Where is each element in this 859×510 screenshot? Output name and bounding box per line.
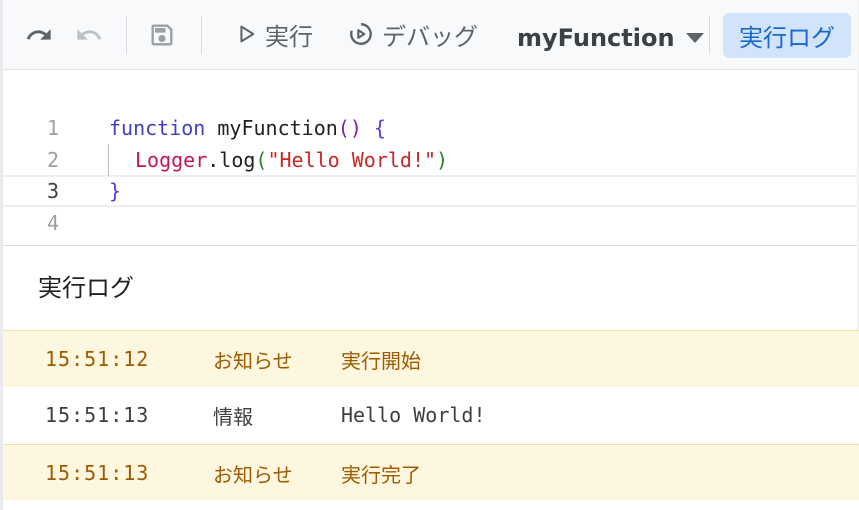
- code-brace: }: [109, 179, 122, 203]
- dropdown-arrow-icon: [685, 33, 704, 43]
- code-object: Logger: [135, 148, 208, 172]
- line-number: 4: [46, 211, 60, 235]
- redo-icon: [77, 29, 102, 40]
- log-message: 実行開始: [341, 348, 421, 373]
- code-brace: {: [361, 116, 386, 140]
- log-time: 15:51:13: [45, 403, 150, 427]
- code-line: 1 function myFunction() {: [3, 112, 857, 144]
- execution-log-label: 実行ログ: [739, 24, 835, 52]
- save-button[interactable]: [146, 19, 178, 51]
- log-row: 15:51:13 お知らせ 実行完了: [3, 444, 859, 502]
- undo-icon: [26, 29, 51, 40]
- code-string: "Hello World!": [267, 148, 437, 172]
- debug-label: デバッグ: [382, 22, 478, 51]
- toolbar-divider: [201, 16, 202, 54]
- redo-button[interactable]: [73, 19, 105, 51]
- code-function-name: myFunction: [205, 116, 338, 140]
- line-number: 3: [46, 179, 60, 203]
- log-level: お知らせ: [213, 348, 293, 373]
- indent-guide: [108, 144, 109, 176]
- code-line: 2 Logger.log("Hello World!"): [3, 144, 857, 176]
- debug-button[interactable]: デバッグ: [348, 16, 478, 52]
- toolbar-divider: [709, 16, 710, 54]
- code-text: Logger.log("Hello World!"): [135, 148, 448, 172]
- editor-toolbar: 実行 デバッグ myFunction 実行ログ: [3, 0, 857, 70]
- code-dot: .: [207, 148, 220, 172]
- log-message: 実行完了: [341, 462, 421, 487]
- code-line-current: 3 }: [3, 175, 857, 207]
- log-message: Hello World!: [341, 403, 486, 427]
- log-panel-bottom: [3, 500, 859, 510]
- code-text: }: [109, 179, 121, 203]
- play-icon: [240, 25, 255, 43]
- log-row: 15:51:12 お知らせ 実行開始: [3, 330, 859, 388]
- undo-button[interactable]: [23, 19, 55, 51]
- log-level: 情報: [213, 404, 253, 429]
- code-paren-close: ): [436, 148, 449, 172]
- code-parens: (): [337, 116, 362, 140]
- toolbar-divider: [126, 16, 127, 54]
- run-label: 実行: [265, 22, 313, 51]
- log-time: 15:51:13: [45, 461, 150, 485]
- execution-log-title: 実行ログ: [38, 274, 134, 302]
- execution-log-button[interactable]: 実行ログ: [723, 13, 851, 58]
- function-selector-value: myFunction: [517, 24, 675, 52]
- line-number: 2: [46, 148, 60, 172]
- log-level: お知らせ: [213, 462, 293, 487]
- code-keyword: function: [109, 116, 206, 140]
- function-selector[interactable]: myFunction: [517, 20, 705, 56]
- line-number: 1: [46, 116, 60, 140]
- save-icon: [151, 24, 173, 46]
- code-paren-open: (: [255, 148, 268, 172]
- log-row: 15:51:13 情報 Hello World!: [3, 387, 859, 443]
- log-time: 15:51:12: [45, 347, 150, 371]
- code-text: function myFunction() {: [109, 116, 386, 140]
- code-editor[interactable]: 1 function myFunction() { 2 Logger.log("…: [3, 70, 857, 246]
- run-button[interactable]: 実行: [235, 16, 313, 52]
- code-method: log: [219, 148, 256, 172]
- debug-icon: [350, 23, 372, 45]
- code-line: 4: [3, 207, 857, 239]
